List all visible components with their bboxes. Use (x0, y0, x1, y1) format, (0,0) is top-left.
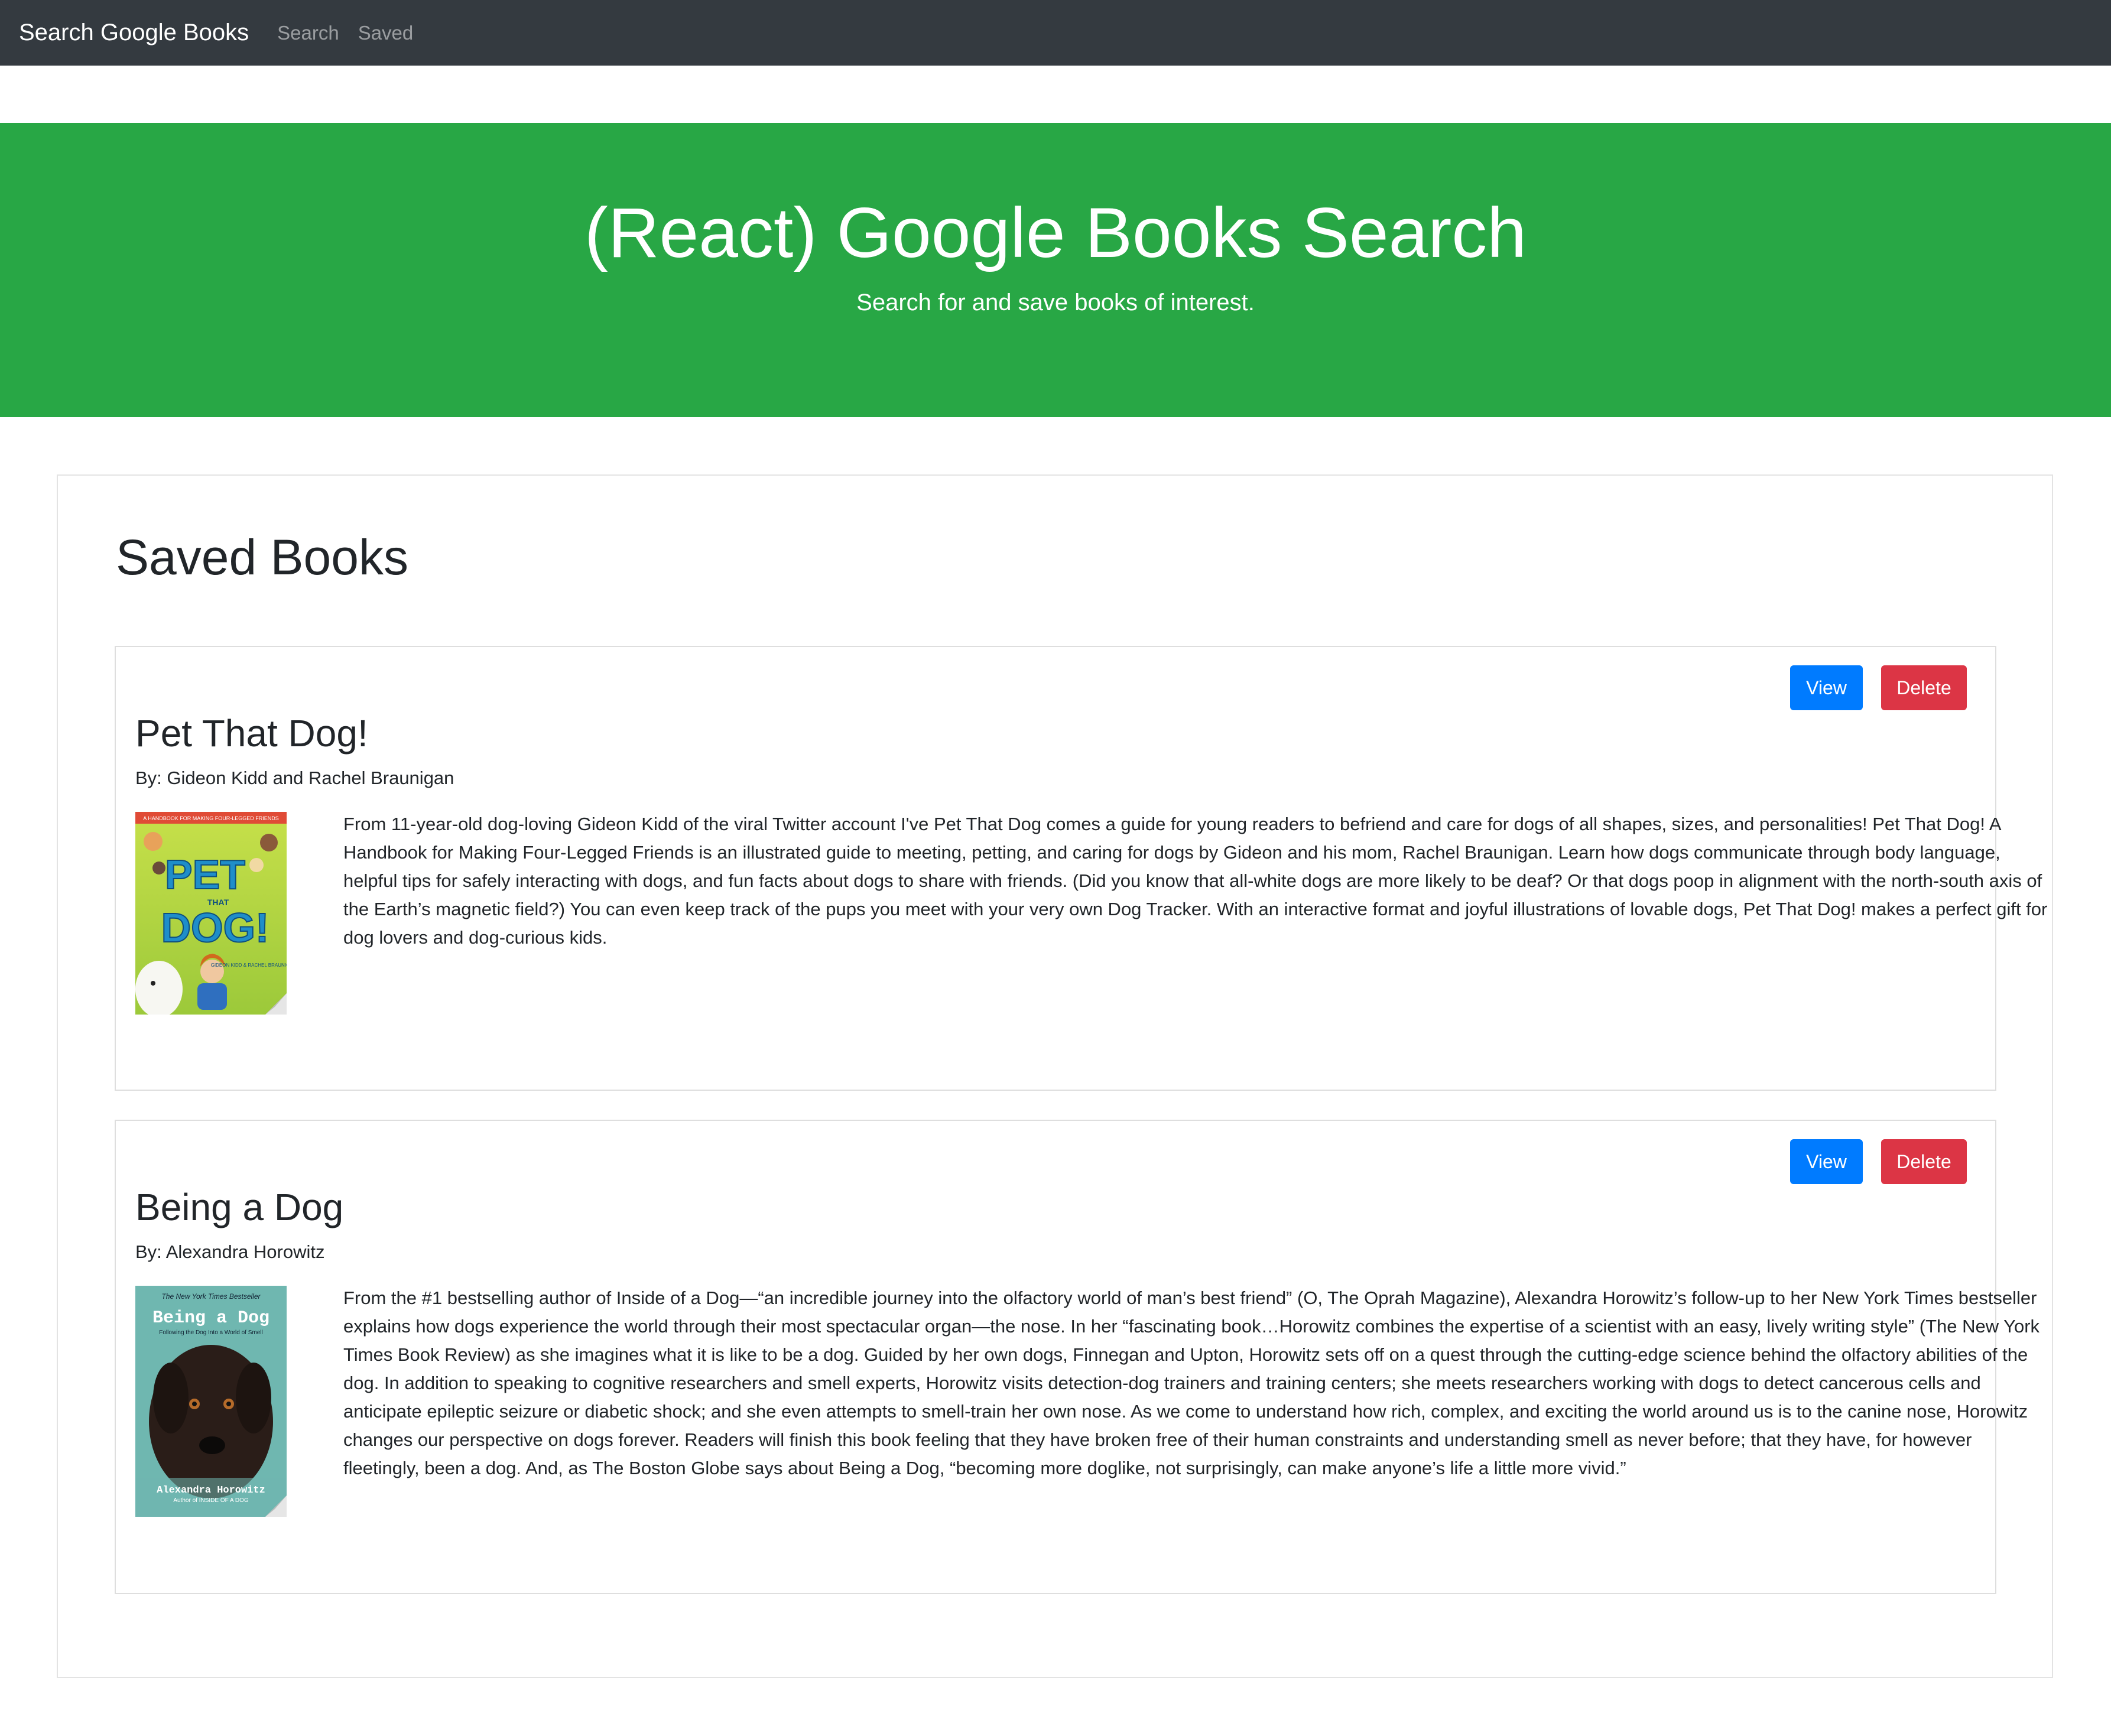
book-description: From 11-year-old dog-loving Gideon Kidd … (343, 814, 2048, 948)
book-card: View Delete Being a Dog By: Alexandra Ho… (115, 1120, 2039, 1594)
cover-title-line3: DOG! (161, 905, 269, 951)
book-cover-image: A HANDBOOK FOR MAKING FOUR-LEGGED FRIEND… (135, 812, 287, 1015)
book-title: Pet That Dog! (135, 712, 368, 755)
hero-title: (React) Google Books Search (584, 193, 1527, 272)
cover-author-note: Author of INSIDE OF A DOG (173, 1497, 248, 1504)
cover-top-text: A HANDBOOK FOR MAKING FOUR-LEGGED FRIEND… (143, 815, 279, 821)
navbar-brand[interactable]: Search Google Books (19, 19, 249, 46)
saved-books-panel: Saved Books View Delete Pet That Dog! By… (57, 474, 2053, 1678)
hero-subtitle: Search for and save books of interest. (856, 290, 1255, 316)
book-title: Being a Dog (135, 1186, 344, 1228)
view-button[interactable]: View (1790, 1139, 1863, 1184)
saved-books-heading: Saved Books (116, 529, 408, 585)
cover-title: Being a Dog (152, 1308, 269, 1328)
navbar: Search Google Books Search Saved (0, 0, 2111, 66)
book-card: View Delete Pet That Dog! By: Gideon Kid… (115, 646, 2047, 1091)
book-cover-image: The New York Times Bestseller Being a Do… (135, 1286, 287, 1517)
cover-byline: GIDEON KIDD & RACHEL BRAUNIGAN (211, 963, 287, 968)
nav-link-saved[interactable]: Saved (358, 22, 414, 44)
book-authors: By: Gideon Kidd and Rachel Braunigan (135, 768, 454, 788)
cover-top-text: The New York Times Bestseller (161, 1292, 261, 1301)
hero-banner: (React) Google Books Search Search for a… (0, 123, 2111, 417)
nav-link-search[interactable]: Search (277, 22, 339, 44)
book-authors: By: Alexandra Horowitz (135, 1241, 325, 1262)
view-button[interactable]: View (1790, 665, 1863, 710)
delete-button[interactable]: Delete (1881, 1139, 1967, 1184)
cover-subtitle: Following the Dog Into a World of Smell (159, 1329, 262, 1336)
cover-author: Alexandra Horowitz (157, 1485, 265, 1496)
book-description: From the #1 bestselling author of Inside… (343, 1288, 2040, 1478)
delete-button[interactable]: Delete (1881, 665, 1967, 710)
cover-title-line1: PET (165, 851, 245, 898)
